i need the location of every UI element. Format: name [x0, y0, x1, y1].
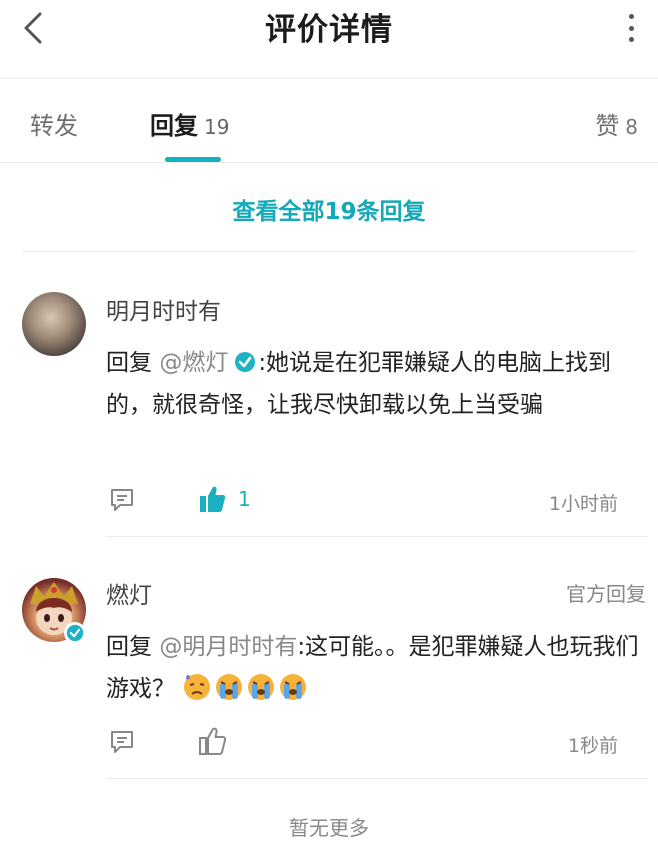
- verified-icon: [235, 352, 256, 372]
- tab-forward-label: 转发: [30, 112, 78, 140]
- comment-timestamp: 1秒前: [567, 735, 618, 757]
- comment-icon: [111, 731, 133, 753]
- avatar[interactable]: [22, 292, 86, 356]
- more-dot-icon: [628, 37, 634, 42]
- comment-text: 回复 @明月时时有:这可能。。是犯罪嫌疑人也玩我们游戏？: [106, 626, 646, 710]
- comment-username[interactable]: 燃灯: [106, 576, 152, 610]
- comment-reply-button[interactable]: [108, 486, 136, 514]
- mention-link[interactable]: @燃灯: [159, 350, 228, 376]
- official-badge: [64, 622, 86, 644]
- avatar[interactable]: [22, 578, 86, 644]
- verified-icon: [66, 624, 84, 642]
- reply-prefix: 回复: [106, 634, 152, 660]
- divider: [106, 778, 648, 779]
- comment-icon: [111, 489, 133, 511]
- mention-link[interactable]: @明月时时有: [159, 634, 297, 660]
- tab-like[interactable]: 赞8: [595, 106, 638, 141]
- divider: [106, 536, 648, 537]
- more-dot-icon: [628, 25, 634, 31]
- crying-emoji-icon: [216, 674, 243, 700]
- like-button[interactable]: [198, 726, 226, 756]
- official-reply-tag: 官方回复: [566, 582, 646, 606]
- page-title: 评价详情: [265, 12, 393, 48]
- view-all-replies-link[interactable]: 查看全部19条回复: [0, 192, 658, 226]
- active-tab-indicator: [165, 157, 221, 162]
- tab-bar: 转发 回复 19 赞8: [0, 79, 658, 163]
- comment-text: 回复 @燃灯 :她说是在犯罪嫌疑人的电脑上找到的，就很奇怪，让我尽快卸载以免上当…: [106, 342, 646, 426]
- tab-reply-count: 19: [204, 115, 230, 139]
- tab-reply-label: 回复: [150, 112, 198, 140]
- tab-reply[interactable]: 回复 19: [150, 106, 229, 141]
- thumbs-up-icon: [200, 486, 226, 512]
- comment-username[interactable]: 明月时时有: [106, 292, 221, 326]
- more-options-button[interactable]: [624, 14, 638, 42]
- tab-forward[interactable]: 转发: [30, 106, 78, 141]
- crying-emoji-icon: [248, 674, 275, 700]
- more-dot-icon: [628, 14, 634, 19]
- sad-sweat-emoji-icon: [184, 674, 211, 700]
- thumbs-up-outline-icon: [199, 727, 226, 755]
- comment-timestamp: 1小时前: [548, 493, 618, 515]
- crying-emoji-icon: [280, 674, 307, 700]
- reply-prefix: 回复: [106, 350, 152, 376]
- no-more-text: 暂无更多: [289, 816, 369, 840]
- like-button[interactable]: 1: [198, 484, 251, 514]
- tab-like-count: 8: [625, 115, 638, 139]
- comment-reply-button[interactable]: [108, 728, 136, 756]
- tab-like-label: 赞: [595, 112, 620, 140]
- top-bar: 评价详情: [0, 0, 658, 79]
- like-count: 1: [238, 487, 251, 511]
- divider: [22, 251, 636, 252]
